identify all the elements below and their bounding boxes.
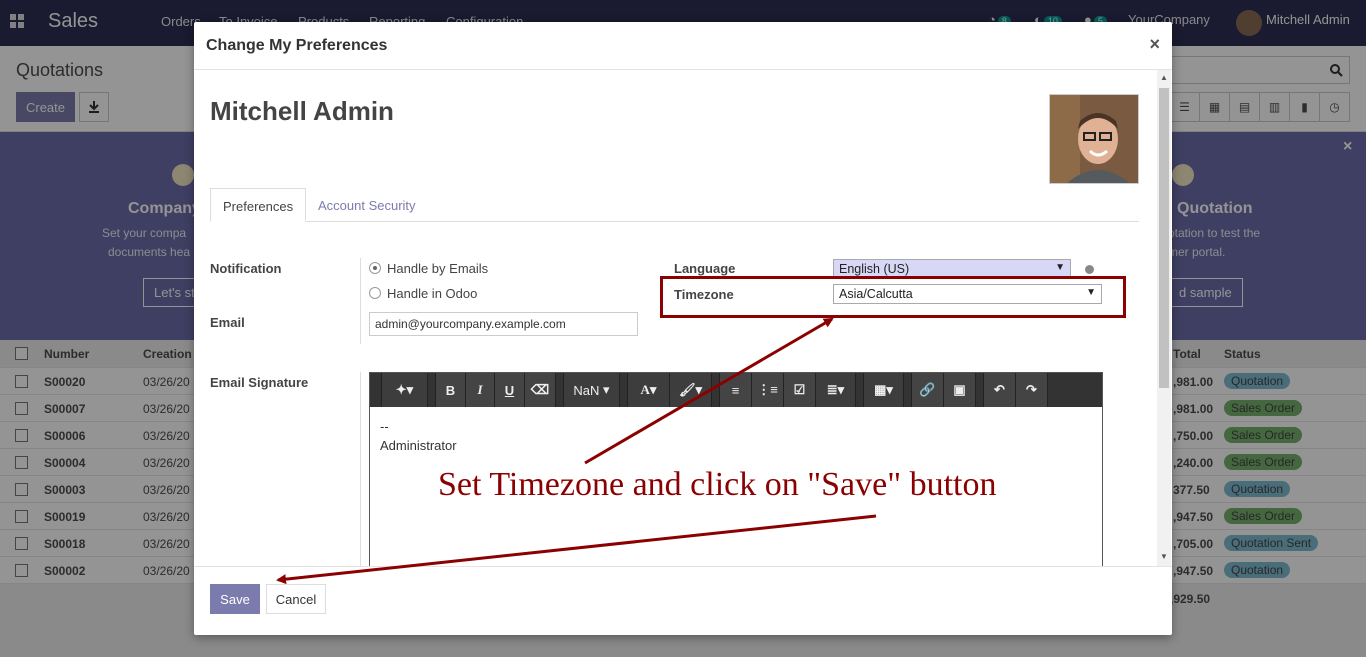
dialog-header: Change My Preferences × [194, 22, 1172, 70]
toolbar-spacer [856, 373, 864, 407]
language-value: English (US) [839, 262, 910, 276]
save-button[interactable]: Save [210, 584, 260, 614]
tab-preferences[interactable]: Preferences [210, 188, 307, 222]
table-icon[interactable]: ▦▾ [864, 373, 904, 407]
handle-by-emails-radio[interactable] [369, 262, 381, 274]
font-color-icon[interactable]: A▾ [628, 373, 670, 407]
scrollbar-thumb[interactable] [1159, 88, 1169, 388]
italic-icon[interactable]: I [466, 373, 495, 407]
toolbar-spacer [370, 373, 382, 407]
toolbar-spacer [976, 373, 984, 407]
redo-icon[interactable]: ↷ [1016, 373, 1048, 407]
toolbar-spacer [904, 373, 912, 407]
magic-wand-icon[interactable]: ✦▾ [382, 373, 428, 407]
user-name: Mitchell Admin [210, 96, 394, 126]
toolbar-spacer [556, 373, 564, 407]
chevron-down-icon: ▼ [1055, 262, 1065, 273]
toolbar-spacer [712, 373, 720, 407]
link-icon[interactable]: 🔗 [912, 373, 944, 407]
handle-by-emails-label[interactable]: Handle by Emails [387, 261, 488, 276]
signature-content[interactable]: -- Administrator [380, 417, 457, 455]
eraser-icon[interactable]: ⌫ [525, 373, 556, 407]
scroll-up-icon[interactable]: ▲ [1160, 73, 1168, 82]
highlight-brush-icon[interactable]: 🖌▾ [670, 373, 712, 407]
bullet-list-icon[interactable]: ≡ [720, 373, 752, 407]
undo-icon[interactable]: ↶ [984, 373, 1016, 407]
font-size-dropdown[interactable]: NaN ▾ [564, 373, 620, 407]
tab-account-security[interactable]: Account Security [306, 188, 428, 222]
globe-icon[interactable] [1085, 265, 1094, 274]
font-size-label: NaN [573, 382, 600, 398]
toolbar-spacer [620, 373, 628, 407]
numbered-list-icon[interactable]: ⋮≡ [752, 373, 784, 407]
close-icon[interactable]: × [1149, 34, 1160, 55]
annotation-text: Set Timezone and click on "Save" button [438, 466, 997, 503]
handle-in-odoo-label[interactable]: Handle in Odoo [387, 286, 477, 301]
dialog-scrollbar[interactable]: ▲ ▼ [1157, 70, 1171, 566]
scroll-down-icon[interactable]: ▼ [1160, 552, 1168, 561]
divider [360, 372, 361, 566]
email-label: Email [210, 315, 245, 330]
handle-in-odoo-radio[interactable] [369, 287, 381, 299]
timezone-highlight-box [660, 276, 1126, 318]
preferences-tabs: Preferences Account Security [210, 188, 1139, 222]
divider [360, 258, 361, 344]
language-label: Language [674, 261, 736, 276]
user-photo-image [1050, 95, 1138, 183]
cancel-button[interactable]: Cancel [266, 584, 326, 614]
toolbar-spacer [428, 373, 436, 407]
signature-label: Email Signature [210, 375, 309, 390]
preferences-dialog: Change My Preferences × Mitchell Admin P… [194, 22, 1172, 635]
user-photo[interactable] [1049, 94, 1139, 184]
align-icon[interactable]: ≣▾ [816, 373, 856, 407]
image-icon[interactable]: ▣ [944, 373, 976, 407]
signature-line: -- [380, 419, 389, 434]
dialog-footer: Save Cancel [194, 566, 1172, 635]
checklist-icon[interactable]: ☑ [784, 373, 816, 407]
notification-label: Notification [210, 261, 282, 276]
underline-icon[interactable]: U [495, 373, 525, 407]
editor-toolbar: ✦▾ B I U ⌫ NaN ▾ A▾ 🖌▾ ≡ ⋮≡ ☑ ≣▾ ▦▾ 🔗 ▣ … [370, 373, 1102, 407]
signature-line: Administrator [380, 438, 457, 453]
email-field[interactable]: admin@yourcompany.example.com [369, 312, 638, 336]
bold-icon[interactable]: B [436, 373, 466, 407]
dialog-title: Change My Preferences [206, 37, 388, 54]
